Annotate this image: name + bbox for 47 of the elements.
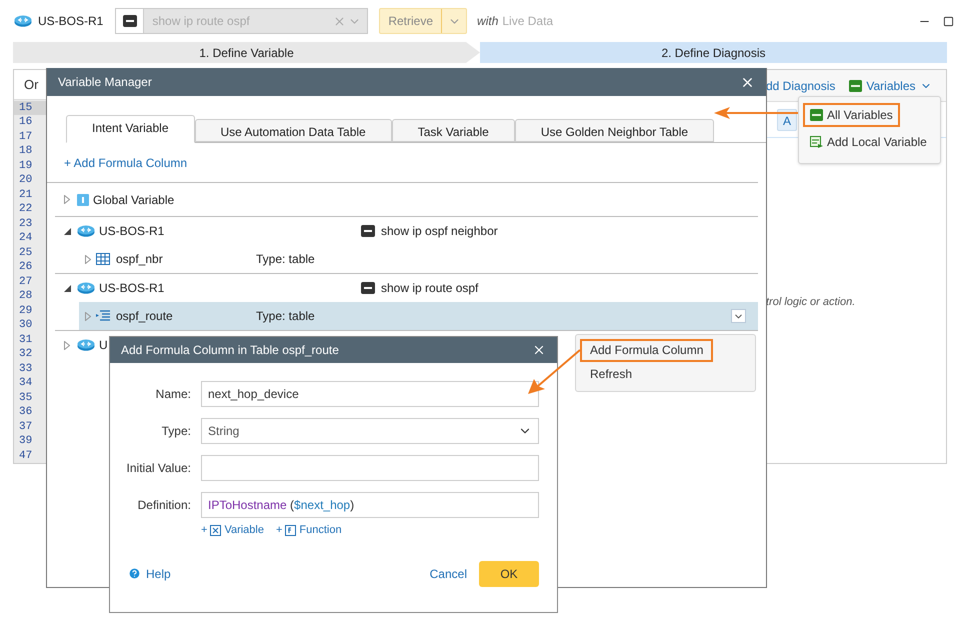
line-number: 15	[14, 100, 46, 115]
line-number: 19	[18, 158, 34, 173]
line-number: 37	[18, 420, 34, 434]
mode-prefix: with	[477, 13, 498, 30]
hint-text: trol logic or action.	[766, 296, 856, 308]
tree-label: U	[99, 337, 108, 354]
field-label: Type:	[160, 423, 191, 440]
line-number: 30	[18, 318, 34, 332]
device-name: US-BOS-R1	[38, 13, 104, 30]
line-number: 25	[18, 246, 34, 260]
line-number: 18	[18, 144, 34, 158]
type-label: Type: table	[256, 308, 316, 325]
line-number: 20	[18, 173, 34, 188]
line-number: 35	[18, 390, 34, 405]
field-label: Initial Value:	[126, 460, 191, 477]
line-number: 23	[18, 216, 34, 231]
dialog-title: Variable Manager	[58, 74, 153, 91]
column-header: Or	[24, 76, 38, 94]
line-number: 16	[18, 115, 34, 130]
tree-label: ospf_route	[116, 308, 174, 325]
line-number: 17	[18, 130, 34, 144]
tree-label: US-BOS-R1	[99, 223, 164, 240]
line-number: 47	[18, 448, 34, 463]
line-number: 26	[18, 260, 34, 274]
type-label: Type: table	[256, 251, 316, 268]
command-label: show ip route ospf	[381, 280, 478, 297]
line-number: 34	[18, 376, 34, 390]
command-label: show ip ospf neighbor	[381, 223, 498, 240]
mode-label: Live Data	[502, 13, 554, 30]
tree-label: ospf_nbr	[116, 251, 164, 268]
line-number: 36	[18, 405, 34, 420]
line-number: 21	[18, 188, 34, 202]
line-number: 27	[18, 274, 34, 289]
line-number: 39	[18, 434, 34, 448]
dialog-title: Add Formula Column in Table ospf_route	[121, 342, 340, 359]
field-label: Definition:	[136, 497, 191, 514]
line-number: 33	[18, 362, 34, 376]
tree-label: Global Variable	[93, 192, 174, 208]
line-number: 29	[18, 304, 34, 318]
command-text: show ip route ospf	[152, 13, 251, 30]
line-number: 32	[18, 347, 34, 362]
field-label: Name:	[154, 386, 191, 403]
line-number: 22	[18, 202, 34, 216]
tree-label: US-BOS-R1	[99, 280, 164, 297]
line-number: 31	[18, 332, 34, 347]
line-number: 28	[18, 289, 34, 304]
line-number: 24	[18, 231, 34, 246]
